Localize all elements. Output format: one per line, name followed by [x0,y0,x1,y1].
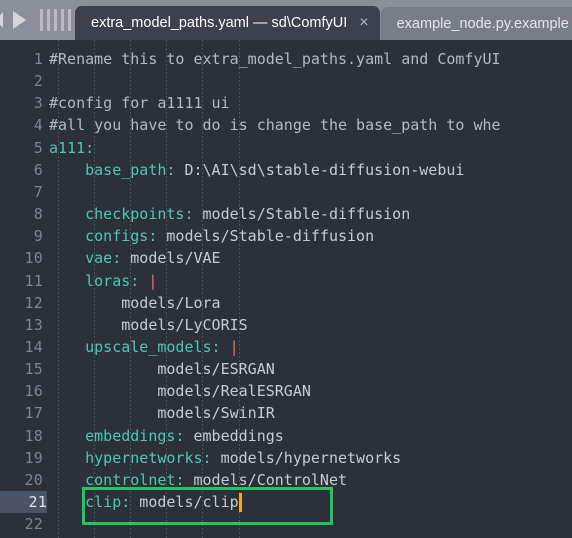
yaml-separator: : [121,493,140,511]
code-line[interactable]: configs: models/Stable-diffusion [85,225,374,247]
line-number: 9 [33,227,43,246]
comment-token: #all you have to do is change the base_p… [49,116,501,135]
yaml-value: models/RealESRGAN [157,382,311,401]
line-number: 2 [33,72,43,91]
yaml-key: hypernetworks [85,448,203,467]
code-line[interactable]: #all you have to do is change the base_p… [49,114,501,136]
yaml-separator: : [148,227,167,246]
yaml-separator: : [166,160,185,179]
code-line[interactable]: base_path: D:\AI\sd\stable-diffusion-web… [85,159,464,181]
arrow-left-icon[interactable] [0,11,6,29]
comment-token: #config for a1111 ui [49,94,230,113]
yaml-value: models/ESRGAN [157,360,275,379]
line-number: 10 [24,249,43,268]
code-line[interactable]: models/Lora [121,292,220,314]
yaml-value: models/SwinIR [157,404,275,423]
yaml-key: upscale_models [85,337,212,356]
yaml-key: embeddings [85,426,176,445]
yaml-separator: : [202,448,221,467]
window-nav-controls [0,0,75,40]
drag-handle-icon[interactable] [40,9,71,31]
line-number: 19 [24,448,43,467]
comment-token: #Rename this to extra_model_paths.yaml a… [49,50,501,68]
line-number: 3 [33,94,43,113]
yaml-value: embeddings [193,426,284,445]
yaml-key: a111 [49,138,86,157]
code-line[interactable]: hypernetworks: models/hypernetworks [85,447,401,469]
line-number: 11 [24,271,43,290]
yaml-key: configs [85,227,149,246]
yaml-value: models/Lora [121,293,221,312]
yaml-separator: : [211,337,230,356]
yaml-key: clip [85,493,122,511]
code-line[interactable]: models/ESRGAN [157,358,274,380]
line-number: 8 [33,205,43,224]
yaml-value: D:\AI\sd\stable-diffusion-webui [184,160,465,179]
line-number: 6 [33,160,43,179]
yaml-separator: : [175,426,194,445]
code-line[interactable]: embeddings: embeddings [85,425,284,447]
close-icon[interactable]: × [359,15,368,31]
tab-label: extra_model_paths.yaml — sd\ComfyUI [91,15,348,31]
yaml-key: base_path [85,160,167,179]
line-number: 4 [33,116,43,135]
yaml-value: models/LyCORIS [121,315,248,334]
line-number: 15 [24,360,43,379]
code-line[interactable]: models/RealESRGAN [157,380,311,402]
yaml-value: models/ControlNet [193,470,348,489]
yaml-value: models/hypernetworks [220,448,402,467]
code-line[interactable]: checkpoints: models/Stable-diffusion [85,203,410,225]
line-number: 7 [33,182,43,201]
tab-extra-model-paths-yaml[interactable]: extra_model_paths.yaml — sd\ComfyUI × [75,6,380,40]
tab-bar: extra_model_paths.yaml — sd\ComfyUI × ex… [0,0,572,40]
yaml-separator: : [184,205,203,224]
line-number: 18 [24,426,43,445]
tab-example-node-py-example[interactable]: example_node.py.example × [380,7,572,40]
line-number: 5 [33,138,43,157]
code-content[interactable]: #Rename this to extra_model_paths.yaml a… [47,40,572,538]
code-line[interactable]: models/SwinIR [157,402,274,424]
yaml-value: models/clip [139,493,239,511]
line-number: 16 [24,382,43,401]
code-line[interactable]: clip: models/clip [85,491,239,513]
code-line[interactable]: models/LyCORIS [121,314,247,336]
line-number: 21 [0,491,47,513]
yaml-key: controlnet [85,470,176,489]
yaml-key: loras [85,271,131,290]
code-line[interactable]: upscale_models: | [85,336,239,358]
yaml-separator: : [175,470,194,489]
line-number: 20 [24,470,43,489]
line-number: 17 [24,404,43,423]
yaml-value: models/Stable-diffusion [202,205,411,224]
code-editor-window: extra_model_paths.yaml — sd\ComfyUI × ex… [0,0,572,538]
block-scalar-indicator: | [148,271,158,290]
line-number: 13 [24,315,43,334]
yaml-key: vae [85,249,113,268]
editor-pane[interactable]: 1 2 3 4 5 6 7 8 9 10 11 12 13 14 15 16 17 18 19 20 21 22 #Ren… [0,40,572,538]
text-caret [238,493,242,512]
yaml-key: checkpoints [85,205,185,224]
line-number: 12 [24,293,43,312]
yaml-value: models/VAE [130,249,221,268]
line-number-gutter: 1 2 3 4 5 6 7 8 9 10 11 12 13 14 15 16 17 18 19 20 21 22 [0,40,47,538]
line-number: 14 [24,337,43,356]
code-line[interactable]: a111: [49,137,94,159]
yaml-separator: : [130,271,149,290]
arrow-right-icon[interactable] [13,11,27,29]
code-line[interactable]: vae: models/VAE [85,247,220,269]
yaml-separator: : [112,249,131,268]
code-line[interactable]: #config for a1111 ui [49,92,230,114]
yaml-separator: : [85,138,95,157]
code-line[interactable]: #Rename this to extra_model_paths.yaml a… [49,48,501,70]
yaml-value: models/Stable-diffusion [166,227,375,246]
code-line[interactable]: controlnet: models/ControlNet [85,469,347,491]
tab-label: example_node.py.example [396,15,569,32]
block-scalar-indicator: | [229,337,239,356]
line-number: 22 [24,515,43,534]
code-line[interactable]: loras: | [85,270,157,292]
line-number: 1 [33,50,43,68]
